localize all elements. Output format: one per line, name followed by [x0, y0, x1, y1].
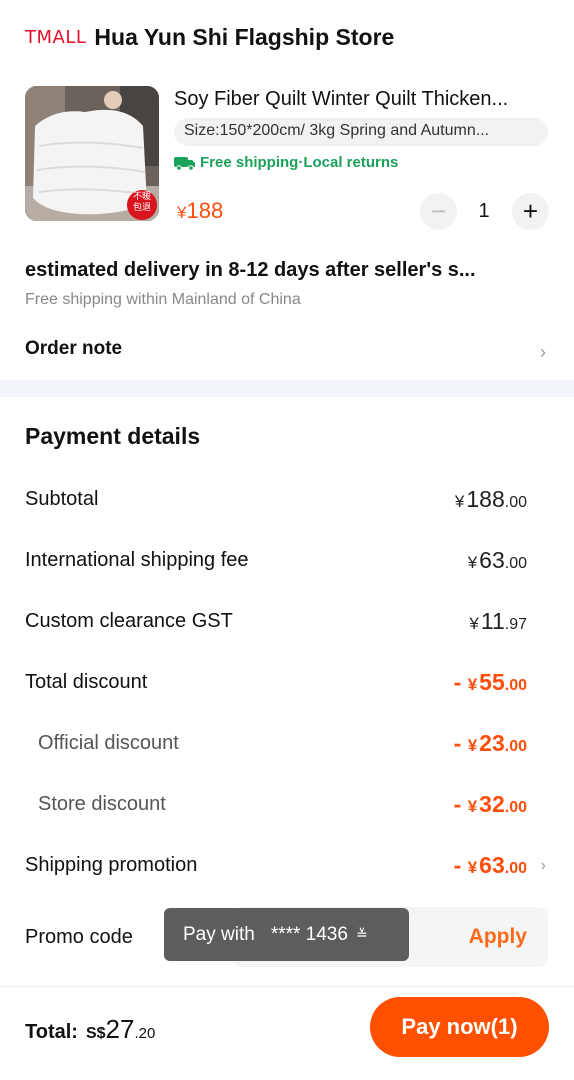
order-note-row[interactable]: Order note › — [0, 330, 574, 370]
gst-row: Custom clearance GST ¥11.97 — [0, 606, 574, 640]
official-discount-row: Official discount - ¥23.00 — [0, 728, 574, 762]
total-label: Total: — [25, 1021, 78, 1043]
product-title[interactable]: Soy Fiber Quilt Winter Quilt Thicken... — [174, 88, 550, 111]
international-shipping-row: International shipping fee ¥63.00 — [0, 545, 574, 579]
payment-details-title: Payment details — [25, 423, 201, 449]
row-label: International shipping fee — [25, 549, 249, 571]
section-divider — [0, 380, 574, 397]
order-note-label: Order note — [25, 338, 123, 359]
pay-with-label: Pay with — [183, 923, 255, 945]
row-label: Store discount — [38, 793, 166, 815]
row-value: - ¥63.00 — [453, 852, 527, 878]
shipping-promotion-row[interactable]: Shipping promotion - ¥63.00 › — [0, 850, 574, 884]
free-shipping-truck-icon — [174, 156, 195, 171]
row-value: ¥11.97 — [469, 608, 527, 634]
total-dec: .20 — [134, 1025, 156, 1042]
order-total: Total: S$ 27 .20 — [25, 1014, 155, 1045]
store-name[interactable]: Hua Yun Shi Flagship Store — [94, 24, 394, 51]
product-card: 不暖包退 Soy Fiber Quilt Winter Quilt Thicke… — [25, 86, 550, 230]
store-discount-row: Store discount - ¥32.00 — [0, 789, 574, 823]
delivery-region: Free shipping within Mainland of China — [25, 291, 301, 308]
price-value: 188 — [186, 198, 224, 223]
delivery-estimate: estimated delivery in 8-12 days after se… — [25, 259, 476, 281]
pay-now-button[interactable]: Pay now(1) — [370, 997, 549, 1057]
quantity-value[interactable]: 1 — [473, 200, 495, 223]
row-value: ¥188.00 — [454, 486, 527, 512]
row-value: ¥63.00 — [467, 547, 527, 573]
row-label: Official discount — [38, 732, 179, 754]
quantity-increase-button[interactable]: + — [512, 193, 549, 230]
promo-code-label: Promo code — [25, 926, 133, 948]
card-number: **** 1436 — [270, 923, 348, 945]
chevron-down-icon: ≚ — [355, 926, 368, 942]
thumb-badge: 不暖包退 — [132, 192, 151, 213]
chevron-right-icon: › — [540, 857, 546, 874]
apply-button[interactable]: Apply — [469, 925, 527, 949]
total-int: 27 — [105, 1014, 135, 1044]
tmall-logo: TMALL — [25, 26, 87, 48]
product-sku-selector[interactable]: Size:150*200cm/ 3kg Spring and Autumn... — [174, 118, 548, 146]
row-value: - ¥32.00 — [453, 791, 527, 817]
quantity-decrease-button[interactable]: − — [420, 193, 457, 230]
total-discount-row: Total discount - ¥55.00 — [0, 667, 574, 701]
pay-with-card-selector[interactable]: Pay with **** 1436 ≚ — [164, 908, 409, 961]
product-thumbnail[interactable]: 不暖包退 — [25, 86, 159, 221]
total-currency: S$ — [85, 1025, 106, 1042]
shipping-text: Free shipping·Local returns — [200, 154, 399, 171]
row-value: - ¥23.00 — [453, 730, 527, 756]
promo-code-row: Promo code Apply Pay with **** 1436 ≚ — [0, 907, 574, 969]
row-label: Custom clearance GST — [25, 610, 233, 632]
footer-divider — [0, 986, 574, 987]
row-label: Shipping promotion — [25, 854, 198, 876]
product-price: ¥188 — [177, 198, 223, 224]
row-value: - ¥55.00 — [453, 669, 527, 695]
subtotal-row: Subtotal ¥188.00 — [0, 484, 574, 518]
row-label: Subtotal — [25, 488, 99, 510]
chevron-right-icon: › — [540, 342, 546, 362]
store-header[interactable]: TMALL Hua Yun Shi Flagship Store — [25, 22, 394, 52]
row-label: Total discount — [25, 671, 148, 693]
shipping-tag: Free shipping·Local returns — [174, 154, 398, 171]
